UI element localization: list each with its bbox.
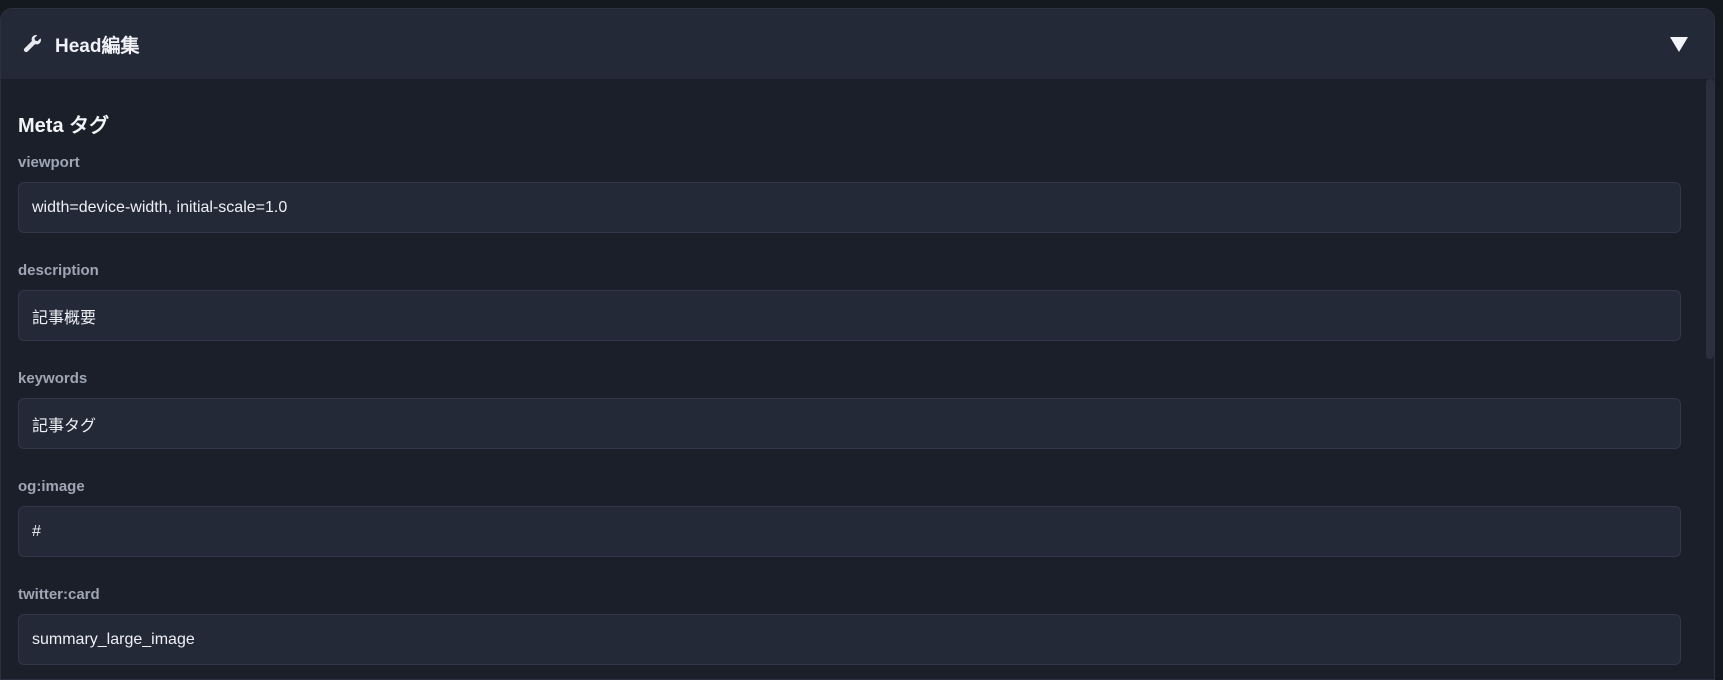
panel-header[interactable]: Head編集 (1, 9, 1714, 79)
field-og-image: og:image (18, 478, 1681, 557)
field-label: description (18, 262, 99, 279)
twitter-card-input[interactable] (18, 614, 1681, 665)
field-viewport: viewport (18, 154, 1681, 233)
head-editor-panel: Head編集 Meta タグ viewport description keyw… (0, 8, 1715, 680)
field-label: og:image (18, 478, 85, 495)
og-image-input[interactable] (18, 506, 1681, 557)
field-twitter-card: twitter:card (18, 586, 1681, 665)
field-description: description (18, 262, 1681, 341)
field-label: twitter:card (18, 586, 100, 603)
triangle-down-icon[interactable] (1668, 33, 1690, 55)
keywords-input[interactable] (18, 398, 1681, 449)
viewport-input[interactable] (18, 182, 1681, 233)
scrollbar[interactable] (1706, 79, 1714, 359)
field-label: keywords (18, 370, 88, 387)
panel-title: Head編集 (55, 35, 140, 57)
section-title: Meta タグ (18, 115, 110, 137)
field-keywords: keywords (18, 370, 1681, 449)
field-label: viewport (18, 154, 80, 171)
wrench-icon (23, 35, 41, 53)
description-input[interactable] (18, 290, 1681, 341)
